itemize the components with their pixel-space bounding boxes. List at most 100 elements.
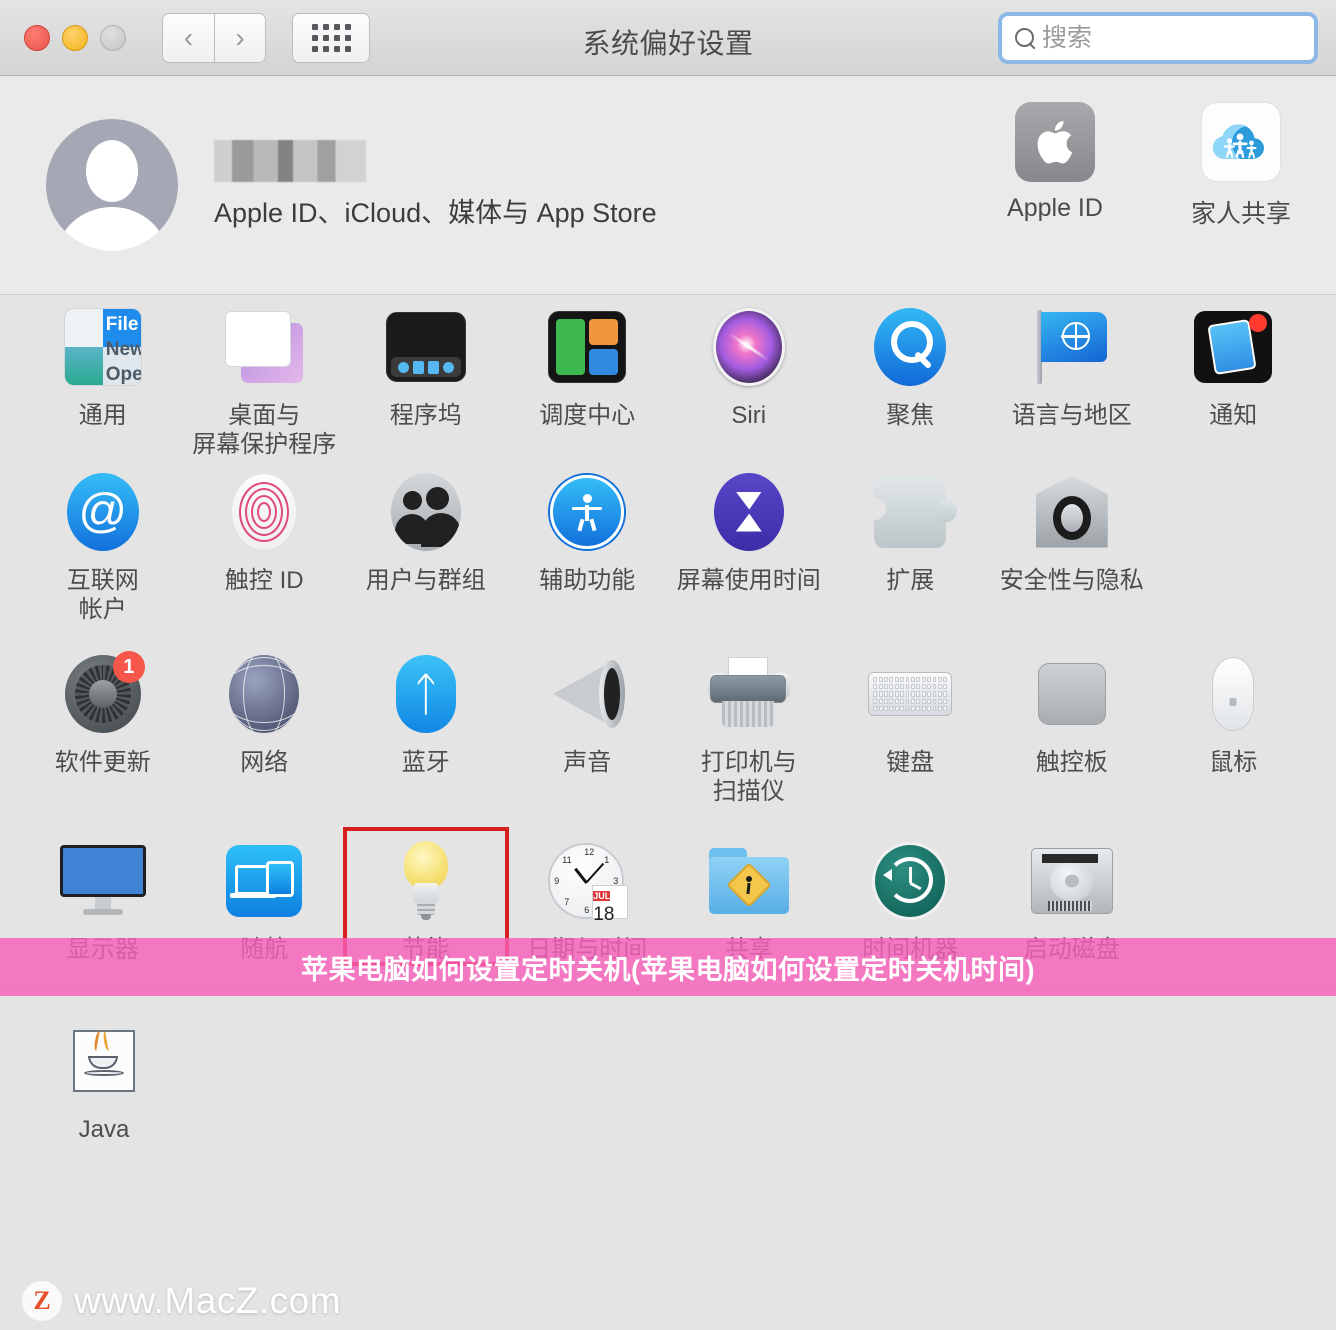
pref-label: 扩展 [886,566,935,594]
pref-item-sound[interactable]: 声音 [507,642,669,807]
family-sharing-cloud-icon [1201,102,1281,182]
pref-item-notifications[interactable]: 通知 [1153,295,1315,460]
keyboard-icon [868,672,953,717]
pref-item-printers-scanners[interactable]: 打印机与 扫描仪 [668,642,830,807]
apple-id-subtitle: Apple ID、iCloud、媒体与 App Store [214,198,657,228]
pref-label: 触控 ID [224,566,304,594]
pref-item-software-update[interactable]: 1 软件更新 [22,642,184,807]
window-titlebar: ‹ › 系统偏好设置 [0,0,1336,76]
article-title-banner: 苹果电脑如何设置定时关机(苹果电脑如何设置定时关机时间) [0,938,1336,996]
pref-item-family-sharing[interactable]: 家人共享 [1176,102,1306,230]
calendar-month: JUL [593,890,611,901]
pref-item-accessibility[interactable]: 辅助功能 [507,460,669,625]
pref-item-mouse[interactable]: 鼠标 [1153,642,1315,807]
pref-item-network[interactable]: 网络 [184,642,346,807]
pref-label: 安全性与隐私 [999,566,1144,594]
displays-icon [59,844,146,917]
apple-logo-icon [1015,102,1095,182]
minimize-button-icon[interactable] [62,24,88,51]
pref-item-security-privacy[interactable]: 安全性与隐私 [991,460,1153,625]
apple-id-section[interactable]: Apple ID、iCloud、媒体与 App Store Apple ID 家… [0,76,1336,295]
accessibility-icon [550,474,625,549]
avatar [46,119,178,251]
navigation-buttons: ‹ › [162,12,266,63]
search-input[interactable] [1042,23,1302,53]
pref-label: 通用 [78,402,127,429]
pref-label: 用户与群组 [365,566,486,594]
users-groups-icon [390,472,461,551]
update-badge: 1 [112,651,145,684]
pref-item-users-groups[interactable]: 用户与群组 [345,460,507,625]
screen-time-hourglass-icon [713,472,784,551]
pref-item-screen-time[interactable]: 屏幕使用时间 [668,460,830,625]
pref-label: 声音 [563,749,612,777]
dock-icon [385,312,466,382]
pref-label: 调度中心 [539,402,636,429]
pref-item-touch-id[interactable]: 触控 ID [184,460,346,625]
trackpad-icon [1037,663,1106,726]
pref-item-bluetooth[interactable]: ᛏ 蓝牙 [345,642,507,807]
preference-grid: File New Ope 通用 桌面与 屏幕保护程序 程序坞 调度中心 Siri… [0,295,1336,1330]
pref-label: 鼠标 [1209,749,1258,777]
pref-label: 蓝牙 [401,749,450,777]
pref-item-dock[interactable]: 程序坞 [345,295,507,460]
spotlight-icon [874,308,947,386]
grid-row-1: File New Ope 通用 桌面与 屏幕保护程序 程序坞 调度中心 Siri… [22,295,1314,460]
language-region-flag-icon [1033,308,1111,386]
pref-item-empty [1153,460,1315,625]
pref-item-spotlight[interactable]: 聚焦 [830,295,992,460]
back-button[interactable]: ‹ [162,12,214,63]
pref-item-extensions[interactable]: 扩展 [830,460,992,625]
show-all-button[interactable] [292,12,370,63]
pref-item-mission-control[interactable]: 调度中心 [507,295,669,460]
chevron-right-icon: › [235,21,245,53]
pref-item-java[interactable]: Java [22,1009,186,1144]
pref-item-trackpad[interactable]: 触控板 [991,642,1153,807]
pref-item-internet-accounts[interactable]: @ 互联网 帐户 [22,460,184,625]
pref-item-siri[interactable]: Siri [668,295,830,460]
security-privacy-house-icon [1034,474,1110,550]
pref-label: Java [78,1115,130,1143]
zoom-button-icon[interactable] [100,24,126,51]
pref-item-desktop-screensaver[interactable]: 桌面与 屏幕保护程序 [184,295,346,460]
forward-button[interactable]: › [214,12,266,63]
calendar-day: 18 [593,903,615,925]
search-field[interactable] [998,12,1318,64]
watermark-text: www.MacZ.com [74,1280,342,1321]
close-button-icon[interactable] [24,24,50,51]
internet-accounts-at-icon: @ [66,472,139,551]
traffic-light-buttons [24,24,126,51]
site-watermark: Z www.MacZ.com [22,1280,341,1322]
pref-label: 键盘 [886,749,935,777]
apple-id-text-block: Apple ID、iCloud、媒体与 App Store [214,140,657,230]
pref-label: 语言与地区 [1011,402,1132,429]
energy-saver-bulb-icon [399,840,453,921]
chevron-left-icon: ‹ [183,21,194,53]
apple-id-shortcuts: Apple ID 家人共享 [990,102,1306,230]
pref-label: 辅助功能 [539,566,636,594]
apple-id-shortcut-label: Apple ID [1007,194,1103,222]
pref-label: Siri [731,402,767,429]
pref-item-keyboard[interactable]: 键盘 [830,642,992,807]
banner-text: 苹果电脑如何设置定时关机(苹果电脑如何设置定时关机时间) [301,954,1035,985]
pref-label: 通知 [1209,402,1258,429]
pref-label: 互联网 帐户 [66,566,139,623]
grid-section-third-party: Java [0,990,1336,1145]
java-icon [73,1029,135,1092]
startup-disk-icon [1030,847,1113,914]
search-icon [1014,27,1036,49]
sound-speaker-icon [547,658,627,730]
sidecar-icon [226,844,303,917]
pref-item-language-region[interactable]: 语言与地区 [991,295,1153,460]
mouse-icon [1212,657,1255,732]
family-sharing-shortcut-label: 家人共享 [1190,200,1291,228]
pref-item-apple-id[interactable]: Apple ID [990,102,1120,230]
pref-item-general[interactable]: File New Ope 通用 [22,295,184,460]
grid-dots-icon [311,23,351,52]
grid-row-2: @ 互联网 帐户 触控 ID 用户与群组 辅助功能 屏幕使用时间 扩展 安全性与… [22,460,1314,625]
grid-section-main: File New Ope 通用 桌面与 屏幕保护程序 程序坞 调度中心 Siri… [0,295,1336,966]
touch-id-fingerprint-icon [231,472,298,551]
bluetooth-icon: ᛏ [395,655,456,734]
date-time-clock-icon: 12 1 3 5 6 7 9 11 JUL 18 [548,842,629,925]
grid-row-third-party: Java [22,1009,1314,1144]
